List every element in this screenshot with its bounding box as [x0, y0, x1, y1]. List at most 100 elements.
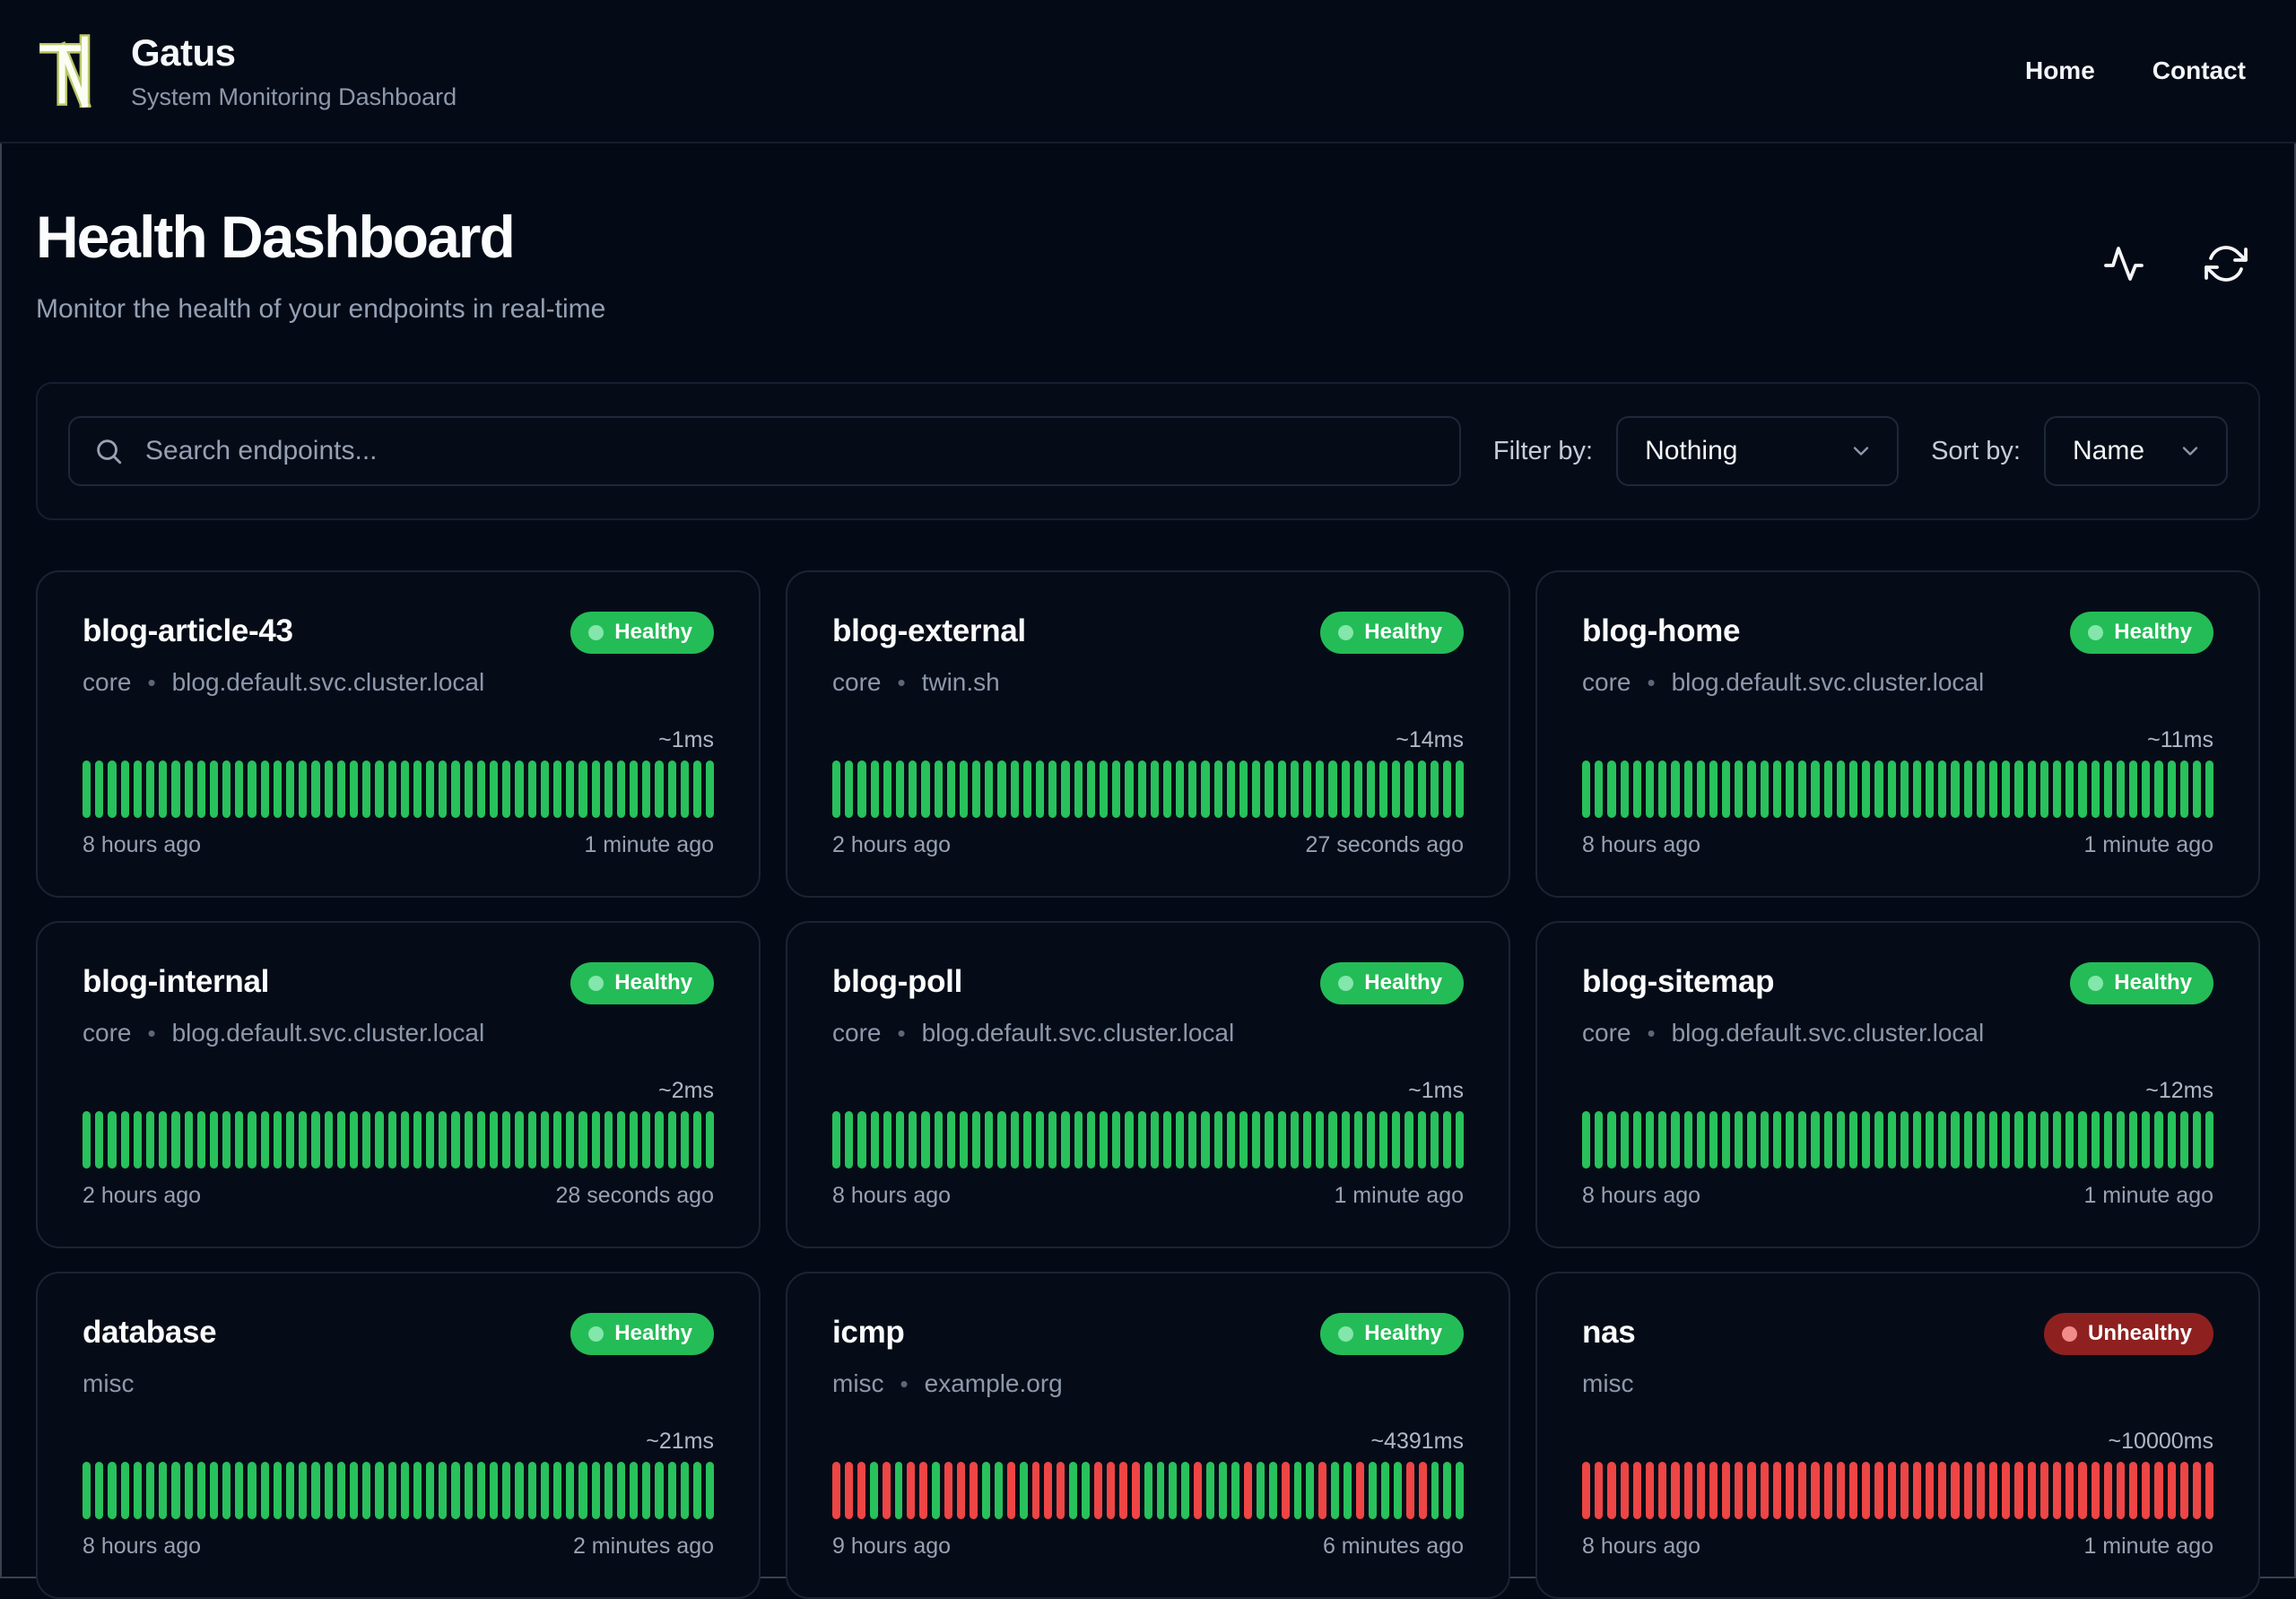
history-bar [2039, 1462, 2048, 1519]
history-bar [981, 1462, 990, 1519]
history-bar [1938, 1462, 1947, 1519]
endpoint-card[interactable]: database Healthy misc ~21ms 8 hours ago … [36, 1272, 761, 1599]
history-bar [2116, 1462, 2126, 1519]
history-bar [985, 760, 994, 818]
history-bar [299, 1111, 308, 1169]
history-bar [2129, 1462, 2138, 1519]
history-bar [642, 1111, 651, 1169]
history-bar [578, 760, 587, 818]
refresh-icon[interactable] [2205, 242, 2248, 285]
endpoint-card[interactable]: blog-article-43 Healthy core • blog.defa… [36, 570, 761, 898]
endpoint-name: blog-internal [83, 964, 270, 999]
history-bar [1366, 760, 1376, 818]
endpoint-card[interactable]: blog-internal Healthy core • blog.defaul… [36, 921, 761, 1248]
history-bar [1456, 1111, 1465, 1169]
history-bar [159, 1111, 168, 1169]
sort-select[interactable]: Name [2044, 416, 2228, 486]
history-bar [1671, 1462, 1680, 1519]
endpoint-card[interactable]: blog-sitemap Healthy core • blog.default… [1535, 921, 2260, 1248]
history-bar [693, 760, 702, 818]
history-bar [95, 1111, 104, 1169]
history-bar [286, 1462, 295, 1519]
history-bar [1169, 1462, 1178, 1519]
history-bar [655, 760, 664, 818]
endpoint-group: misc [1582, 1369, 1634, 1397]
history-bar [1194, 1462, 1203, 1519]
history-bar [413, 760, 422, 818]
history-bar [1645, 760, 1655, 818]
history-bar [944, 1462, 953, 1519]
history-bar [1595, 1111, 1604, 1169]
history-bar [1265, 1111, 1274, 1169]
history-bar [286, 760, 295, 818]
history-bar [2103, 1462, 2112, 1519]
newest-timestamp: 1 minute ago [2083, 1534, 2213, 1559]
latency-label: ~2ms [658, 1078, 714, 1103]
history-bar [946, 1111, 955, 1169]
history-bar [1069, 1462, 1078, 1519]
history-bar [907, 1462, 916, 1519]
separator-dot: • [1647, 1019, 1656, 1047]
history-bar [894, 1462, 903, 1519]
filter-select[interactable]: Nothing [1616, 416, 1900, 486]
endpoint-card[interactable]: blog-home Healthy core • blog.default.sv… [1535, 570, 2260, 898]
history-bar [1176, 1111, 1185, 1169]
history-bar [680, 1462, 689, 1519]
history-bar [1086, 1111, 1095, 1169]
history-bar [1683, 1111, 1692, 1169]
history-bar [1392, 760, 1401, 818]
endpoint-card[interactable]: blog-external Healthy core • twin.sh ~14… [786, 570, 1510, 898]
nav-contact-link[interactable]: Contact [2152, 56, 2246, 85]
history-bar [260, 760, 269, 818]
history-bar [934, 1111, 943, 1169]
history-bar [1366, 1111, 1376, 1169]
history-bar [1696, 1462, 1705, 1519]
history-bar [1380, 1462, 1389, 1519]
nav-home-link[interactable]: Home [2025, 56, 2095, 85]
history-bar [1811, 1111, 1820, 1169]
latency-label: ~14ms [1396, 727, 1464, 752]
history-bar [1252, 1111, 1261, 1169]
history-bar [1048, 760, 1057, 818]
history-bar [604, 760, 613, 818]
history-bar [2205, 1111, 2214, 1169]
endpoint-card[interactable]: icmp Healthy misc • example.org ~4391ms … [786, 1272, 1510, 1599]
status-badge: Healthy [570, 1313, 714, 1355]
history-bar [387, 1462, 396, 1519]
oldest-timestamp: 8 hours ago [1582, 1183, 1701, 1208]
history-bar [1125, 1111, 1134, 1169]
history-bar [2066, 1111, 2074, 1169]
history-bar [630, 1111, 639, 1169]
history-bar [273, 760, 282, 818]
history-bar [1683, 760, 1692, 818]
history-bar [667, 1111, 676, 1169]
history-bar [439, 760, 448, 818]
history-bar [133, 1111, 142, 1169]
history-bar [1620, 760, 1629, 818]
history-bar [235, 1111, 244, 1169]
endpoint-host: blog.default.svc.cluster.local [171, 1019, 485, 1047]
history-bar [1443, 760, 1452, 818]
endpoint-host: twin.sh [921, 668, 1000, 696]
separator-dot: • [897, 668, 906, 696]
history-bar [1112, 1111, 1121, 1169]
history-bar [540, 1462, 549, 1519]
search-input[interactable] [68, 416, 1461, 486]
history-bar [630, 760, 639, 818]
history-bar [349, 760, 359, 818]
history-bar [1811, 760, 1820, 818]
activity-icon[interactable] [2102, 242, 2145, 285]
chevron-down-icon [2182, 447, 2198, 456]
endpoint-card[interactable]: nas Unhealthy misc ~10000ms 8 hours ago … [1535, 1272, 2260, 1599]
endpoint-card[interactable]: blog-poll Healthy core • blog.default.sv… [786, 921, 1510, 1248]
history-bar [1131, 1462, 1140, 1519]
history-bar [552, 1111, 562, 1169]
history-bar [1595, 1462, 1604, 1519]
history-bar [490, 1462, 499, 1519]
history-bar [451, 760, 460, 818]
filter-by-label: Filter by: [1492, 436, 1594, 465]
history-bar [882, 1462, 891, 1519]
history-bar [1344, 1462, 1352, 1519]
status-dot-icon [588, 624, 604, 640]
history-bar [1112, 760, 1121, 818]
